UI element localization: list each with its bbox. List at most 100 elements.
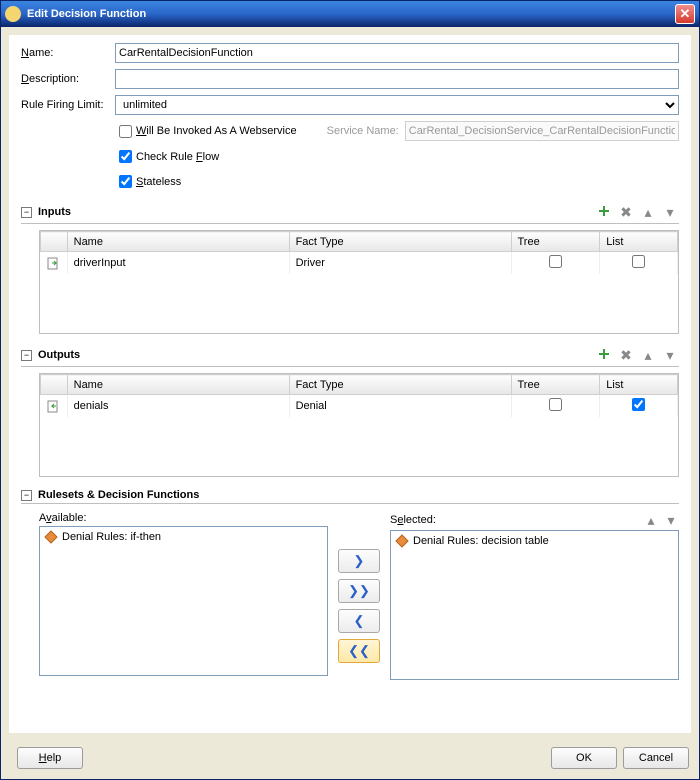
- inputs-move-up-button[interactable]: ▴: [639, 203, 657, 221]
- rulesets-collapse-toggle[interactable]: −: [21, 490, 32, 501]
- stateless-row: Stateless: [115, 172, 679, 191]
- available-label: Available:: [39, 512, 87, 524]
- selected-label: Selected:: [390, 514, 436, 526]
- outputs-move-up-button[interactable]: ▴: [639, 346, 657, 364]
- description-row: Description:: [21, 69, 679, 89]
- output-row-fact[interactable]: Denial: [289, 395, 511, 418]
- ok-button[interactable]: OK: [551, 747, 617, 769]
- output-list-checkbox[interactable]: [632, 398, 645, 411]
- inputs-collapse-toggle[interactable]: −: [21, 207, 32, 218]
- input-row-tree: [511, 252, 600, 275]
- outputs-col-name[interactable]: Name: [67, 375, 289, 395]
- rulesets-header: − Rulesets & Decision Functions: [21, 489, 679, 504]
- dialog-content: Name: Description: Rule Firing Limit: un…: [9, 35, 691, 733]
- selected-listbox[interactable]: Denial Rules: decision table: [390, 530, 679, 680]
- outputs-collapse-toggle[interactable]: −: [21, 350, 32, 361]
- output-row-tree: [511, 395, 600, 418]
- dialog-footer: Help OK Cancel: [1, 741, 699, 779]
- webservice-checkbox[interactable]: [119, 125, 132, 138]
- available-column: Available: Denial Rules: if-then: [39, 512, 328, 680]
- inputs-col-fact[interactable]: Fact Type: [289, 232, 511, 252]
- outputs-delete-button[interactable]: ✖: [617, 346, 635, 364]
- stateless-label: Stateless: [136, 176, 181, 188]
- check-rule-flow-checkbox[interactable]: [119, 150, 132, 163]
- stateless-checkbox[interactable]: [119, 175, 132, 188]
- inputs-actions: ✖ ▴ ▾: [595, 203, 679, 221]
- input-row-icon: [41, 252, 68, 275]
- dialog-window: Edit Decision Function ✕ Name: Descripti…: [0, 0, 700, 780]
- selected-move-up-button[interactable]: ▴: [643, 512, 659, 528]
- inputs-delete-button[interactable]: ✖: [617, 203, 635, 221]
- help-button[interactable]: Help: [17, 747, 83, 769]
- outputs-header: − Outputs ✖ ▴ ▾: [21, 346, 679, 367]
- close-button[interactable]: ✕: [675, 4, 695, 24]
- available-item-label: Denial Rules: if-then: [62, 531, 161, 543]
- outputs-move-down-button[interactable]: ▾: [661, 346, 679, 364]
- shuttle-buttons: ❯ ❯❯ ❮ ❮❮: [338, 512, 380, 680]
- move-all-right-button[interactable]: ❯❯: [338, 579, 380, 603]
- rulesets-dual-list: Available: Denial Rules: if-then ❯ ❯❯ ❮ …: [39, 512, 679, 680]
- inputs-add-button[interactable]: [595, 203, 613, 221]
- rule-firing-limit-label: Rule Firing Limit:: [21, 99, 115, 111]
- inputs-section: − Inputs ✖ ▴ ▾ Name: [21, 203, 679, 334]
- selected-move-down-button[interactable]: ▾: [663, 512, 679, 528]
- move-right-button[interactable]: ❯: [338, 549, 380, 573]
- check-rule-flow-label: Check Rule Flow: [136, 151, 219, 163]
- description-label: Description:: [21, 73, 115, 85]
- input-row-fact[interactable]: Driver: [289, 252, 511, 275]
- app-icon: [5, 6, 21, 22]
- list-item[interactable]: Denial Rules: decision table: [393, 533, 676, 549]
- name-label: Name:: [21, 47, 115, 59]
- window-title: Edit Decision Function: [27, 8, 675, 20]
- selected-updown: ▴ ▾: [643, 512, 679, 528]
- check-rule-flow-row: Check Rule Flow: [115, 147, 679, 166]
- output-row-icon: [41, 395, 68, 418]
- webservice-row: Will Be Invoked As A Webservice Service …: [115, 121, 679, 141]
- output-row-name[interactable]: denials: [67, 395, 289, 418]
- input-tree-checkbox[interactable]: [549, 255, 562, 268]
- input-row-list: [600, 252, 678, 275]
- inputs-col-name[interactable]: Name: [67, 232, 289, 252]
- rulesets-section: − Rulesets & Decision Functions Availabl…: [21, 489, 679, 680]
- output-tree-checkbox[interactable]: [549, 398, 562, 411]
- service-name-input: [405, 121, 679, 141]
- input-row-name[interactable]: driverInput: [67, 252, 289, 275]
- available-listbox[interactable]: Denial Rules: if-then: [39, 526, 328, 676]
- name-row: Name:: [21, 43, 679, 63]
- rulesets-title: Rulesets & Decision Functions: [38, 489, 679, 501]
- outputs-col-list[interactable]: List: [600, 375, 678, 395]
- outputs-header-row: Name Fact Type Tree List: [41, 375, 678, 395]
- outputs-col-tree[interactable]: Tree: [511, 375, 600, 395]
- name-input[interactable]: [115, 43, 679, 63]
- table-row[interactable]: denials Denial: [41, 395, 678, 418]
- inputs-move-down-button[interactable]: ▾: [661, 203, 679, 221]
- table-row[interactable]: driverInput Driver: [41, 252, 678, 275]
- move-all-left-button[interactable]: ❮❮: [338, 639, 380, 663]
- outputs-table-wrap: Name Fact Type Tree List denials De: [39, 373, 679, 477]
- description-input[interactable]: [115, 69, 679, 89]
- outputs-section: − Outputs ✖ ▴ ▾ Name: [21, 346, 679, 477]
- rule-firing-limit-select[interactable]: unlimited: [115, 95, 679, 115]
- outputs-title: Outputs: [38, 349, 595, 361]
- outputs-table: Name Fact Type Tree List denials De: [40, 374, 678, 417]
- outputs-col-fact[interactable]: Fact Type: [289, 375, 511, 395]
- cancel-button[interactable]: Cancel: [623, 747, 689, 769]
- inputs-table: Name Fact Type Tree List driverInput: [40, 231, 678, 274]
- input-list-checkbox[interactable]: [632, 255, 645, 268]
- titlebar: Edit Decision Function ✕: [1, 1, 699, 27]
- output-row-list: [600, 395, 678, 418]
- service-name-label: Service Name:: [327, 125, 399, 137]
- list-item[interactable]: Denial Rules: if-then: [42, 529, 325, 545]
- outputs-col-icon: [41, 375, 68, 395]
- outputs-actions: ✖ ▴ ▾: [595, 346, 679, 364]
- webservice-checkbox-block: Will Be Invoked As A Webservice: [115, 122, 297, 141]
- inputs-title: Inputs: [38, 206, 595, 218]
- inputs-col-list[interactable]: List: [600, 232, 678, 252]
- webservice-label: Will Be Invoked As A Webservice: [136, 125, 297, 137]
- move-left-button[interactable]: ❮: [338, 609, 380, 633]
- selected-item-label: Denial Rules: decision table: [413, 535, 549, 547]
- rule-firing-limit-row: Rule Firing Limit: unlimited: [21, 95, 679, 115]
- inputs-header-row: Name Fact Type Tree List: [41, 232, 678, 252]
- inputs-col-tree[interactable]: Tree: [511, 232, 600, 252]
- outputs-add-button[interactable]: [595, 346, 613, 364]
